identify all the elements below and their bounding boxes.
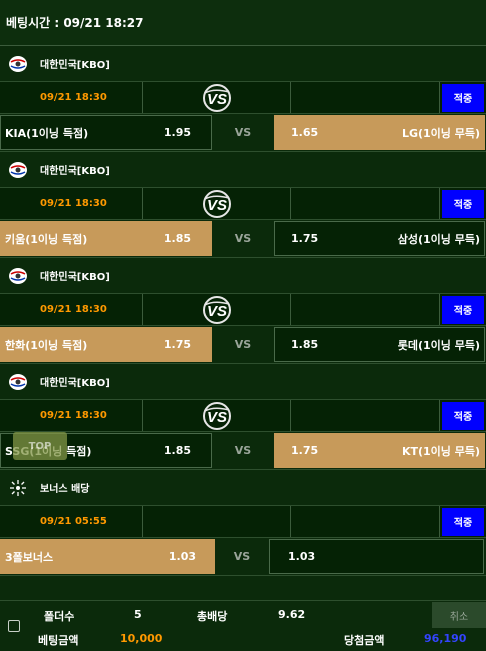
league-header: 대한민국[KBO] xyxy=(0,46,486,82)
game-time: 09/21 18:30 xyxy=(0,294,143,325)
game-time-row: 09/21 18:30 VS 적중 xyxy=(0,294,486,326)
game-time: 09/21 18:30 xyxy=(0,400,143,431)
league-header: 대한민국[KBO] xyxy=(0,364,486,400)
bet-row: 키움(1이닝 득점) 1.85 VS 1.75 삼성(1이닝 무득) xyxy=(0,220,486,258)
bonus-away-odds-value: 1.03 xyxy=(288,550,316,563)
game-time: 09/21 18:30 xyxy=(0,82,143,113)
game-time-row: 09/21 18:30 VS 적중 xyxy=(0,400,486,432)
league-name: 대한민국[KBO] xyxy=(40,378,110,389)
home-team-name: KIA(1이닝 득점) xyxy=(5,126,89,140)
vs-label: VS xyxy=(234,126,252,139)
away-odds-button[interactable]: 1.75 삼성(1이닝 무득) xyxy=(274,221,485,256)
league-flag-icon xyxy=(6,158,30,182)
select-all-checkbox[interactable] xyxy=(8,620,20,632)
vs-logo-icon: VS xyxy=(143,82,291,113)
bonus-header: 보너스 배당 xyxy=(0,470,486,506)
home-team-name: 키움(1이닝 득점) xyxy=(5,232,88,246)
bonus-home-odds-button[interactable]: 3폴보너스 1.03 xyxy=(0,539,215,574)
away-team-name: 롯데(1이닝 무득) xyxy=(397,338,480,352)
scroll-top-button[interactable]: TOP xyxy=(13,432,67,460)
vs-logo-icon: VS xyxy=(143,400,291,431)
svg-text:VS: VS xyxy=(206,91,226,108)
home-odds-value: 1.85 xyxy=(163,232,191,245)
bonus-time-row: 09/21 05:55 적중 xyxy=(0,506,486,538)
away-odds-button[interactable]: 1.75 KT(1이닝 무득) xyxy=(274,433,485,468)
vs-label: VS xyxy=(234,232,252,245)
away-odds-button[interactable]: 1.65 LG(1이닝 무득) xyxy=(274,115,485,150)
bonus-name-label: 3폴보너스 xyxy=(5,550,54,564)
away-odds-button[interactable]: 1.85 롯데(1이닝 무득) xyxy=(274,327,485,362)
league-name: 대한민국[KBO] xyxy=(40,60,110,71)
vs-label: VS xyxy=(234,444,252,457)
away-team-name: 삼성(1이닝 무득) xyxy=(397,232,480,246)
vs-label: VS xyxy=(234,338,252,351)
apply-button[interactable]: 적중 xyxy=(442,189,484,218)
league-flag-icon xyxy=(6,52,30,76)
sparkle-icon xyxy=(6,476,30,500)
bet-slip-list: 대한민국[KBO] 09/21 18:30 VS 적중 KIA(1이닝 득점) … xyxy=(0,46,486,576)
vs-label: VS xyxy=(233,550,251,563)
total-odds-value: 9.62 xyxy=(278,608,306,621)
bet-time-header: 베팅시간 : 09/21 18:27 xyxy=(0,0,486,46)
away-team-name: LG(1이닝 무득) xyxy=(401,126,480,140)
league-flag-icon xyxy=(6,370,30,394)
vs-logo-icon: VS xyxy=(143,188,291,219)
bet-summary-footer: 폴더수 5 총배당 9.62 취소 베팅금액 10,000 당첨금액 96,19… xyxy=(0,600,486,651)
game-time-row: 09/21 18:30 VS 적중 xyxy=(0,82,486,114)
svg-text:VS: VS xyxy=(206,303,226,320)
league-header: 대한민국[KBO] xyxy=(0,258,486,294)
away-odds-value: 1.65 xyxy=(291,126,319,139)
cancel-button[interactable]: 취소 xyxy=(432,602,486,628)
away-odds-value: 1.85 xyxy=(291,338,319,351)
home-odds-value: 1.85 xyxy=(163,444,191,457)
home-odds-button[interactable]: 키움(1이닝 득점) 1.85 xyxy=(0,221,212,256)
bonus-name: 보너스 배당 xyxy=(40,484,90,495)
game-time: 09/21 18:30 xyxy=(0,188,143,219)
bet-amount-label: 베팅금액 xyxy=(38,634,79,647)
vs-logo-icon: VS xyxy=(143,294,291,325)
bet-row: 한화(1이닝 득점) 1.75 VS 1.85 롯데(1이닝 무득) xyxy=(0,326,486,364)
away-odds-value: 1.75 xyxy=(291,232,319,245)
bonus-bet-row: 3폴보너스 1.03 VS 1.03 xyxy=(0,538,486,576)
home-odds-value: 1.75 xyxy=(163,338,191,351)
game-time-row: 09/21 18:30 VS 적중 xyxy=(0,188,486,220)
bonus-time: 09/21 05:55 xyxy=(0,506,143,537)
away-odds-value: 1.75 xyxy=(291,444,319,457)
bonus-away-odds-button[interactable]: 1.03 xyxy=(269,539,484,574)
win-amount-value: 96,190 xyxy=(424,632,467,645)
bet-time-text: 베팅시간 : 09/21 18:27 xyxy=(6,16,144,30)
bet-amount-value: 10,000 xyxy=(120,632,163,645)
total-odds-label: 총배당 xyxy=(197,610,228,623)
home-odds-button[interactable]: KIA(1이닝 득점) 1.95 xyxy=(0,115,212,150)
apply-button[interactable]: 적중 xyxy=(442,507,484,536)
apply-button[interactable]: 적중 xyxy=(442,83,484,112)
apply-button[interactable]: 적중 xyxy=(442,295,484,324)
away-team-name: KT(1이닝 무득) xyxy=(401,444,480,458)
bet-row: KIA(1이닝 득점) 1.95 VS 1.65 LG(1이닝 무득) xyxy=(0,114,486,152)
league-name: 대한민국[KBO] xyxy=(40,166,110,177)
bet-row: SSG(1이닝 득점) 1.85 VS 1.75 KT(1이닝 무득) xyxy=(0,432,486,470)
home-team-name: 한화(1이닝 득점) xyxy=(5,338,88,352)
apply-button[interactable]: 적중 xyxy=(442,401,484,430)
league-name: 대한민국[KBO] xyxy=(40,272,110,283)
bonus-home-odds-value: 1.03 xyxy=(168,550,196,563)
league-header: 대한민국[KBO] xyxy=(0,152,486,188)
win-amount-label: 당첨금액 xyxy=(344,634,385,647)
svg-text:VS: VS xyxy=(206,197,226,214)
league-flag-icon xyxy=(6,264,30,288)
svg-text:VS: VS xyxy=(206,409,226,426)
home-odds-button[interactable]: 한화(1이닝 득점) 1.75 xyxy=(0,327,212,362)
home-odds-value: 1.95 xyxy=(163,126,191,139)
folder-count-value: 5 xyxy=(134,608,142,621)
folder-count-label: 폴더수 xyxy=(44,610,75,623)
